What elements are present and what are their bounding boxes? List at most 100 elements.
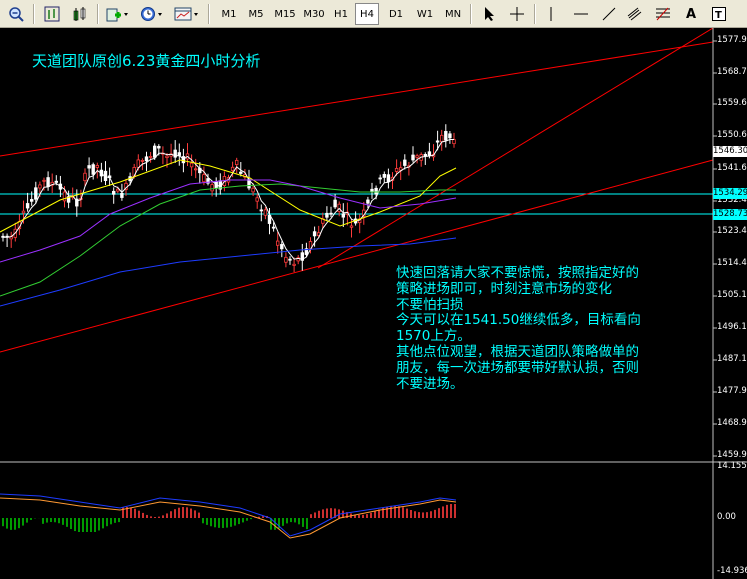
price-axis-label: 1459.90	[717, 450, 747, 460]
current-price-tag: 1546.30	[713, 146, 747, 157]
price-axis-label: 1487.15	[717, 354, 747, 364]
candle-body	[423, 154, 427, 157]
hline-price-tag: 1534.29	[713, 188, 747, 199]
timeframe-m30[interactable]: M30	[300, 3, 328, 25]
label-icon[interactable]: T	[708, 3, 730, 25]
hline-price-tag: 1528.73	[713, 209, 747, 220]
candle-body	[91, 164, 95, 175]
chart-toolbar: M1 M5 M15 M30 H1 H4 D1 W1 MN A T	[0, 0, 747, 28]
candle-body	[38, 184, 42, 189]
channel-icon[interactable]	[624, 3, 646, 25]
candle-body	[415, 155, 419, 158]
candle-body	[83, 172, 87, 182]
candle-body	[21, 210, 26, 214]
candle-body	[152, 145, 157, 158]
price-axis-label: 1577.90	[717, 35, 747, 45]
candle-body	[42, 179, 46, 182]
add-indicator-icon[interactable]	[104, 3, 132, 25]
candle-body	[136, 159, 140, 168]
candle-body	[378, 177, 382, 180]
candle-body	[116, 188, 120, 192]
candle-body	[435, 140, 440, 143]
candle-body	[62, 191, 67, 202]
timeframe-mn[interactable]: MN	[440, 3, 466, 25]
candle-body	[427, 151, 432, 156]
candle-body	[239, 171, 243, 174]
timeframe-m1[interactable]: M1	[217, 3, 241, 25]
candle-body	[288, 258, 292, 261]
candle-body	[177, 152, 181, 156]
candle-body	[189, 162, 194, 168]
candle-body	[386, 174, 391, 183]
candle-body	[329, 212, 333, 215]
note-line: 今天可以在1541.50继续低多，目标看向	[396, 312, 641, 329]
price-axis-label: 1559.65	[717, 98, 747, 108]
candle-body	[349, 225, 354, 228]
candle-body	[157, 146, 161, 149]
candle-body	[95, 165, 99, 168]
indicator-axis-label: 14.1556	[717, 461, 747, 471]
candle-body	[280, 244, 284, 250]
note-line: 策略进场即可，时刻注意市场的变化	[396, 280, 612, 297]
crosshair-icon[interactable]	[506, 3, 528, 25]
candle-body	[54, 180, 58, 183]
text-icon[interactable]: A	[680, 3, 702, 25]
candle-body	[148, 155, 153, 158]
timeframe-m5[interactable]: M5	[244, 3, 268, 25]
timeframe-h1[interactable]: H1	[330, 3, 352, 25]
candle-body	[366, 199, 370, 204]
candle-body	[29, 199, 34, 202]
note-line: 其他点位观望，根据天道团队策略做单的	[396, 343, 639, 360]
note-line: 朋友，每一次进场都要带好默认损，否则	[396, 359, 639, 376]
chart-bars-icon[interactable]	[68, 3, 92, 25]
price-axis-label: 1523.40	[717, 226, 747, 236]
candle-body	[251, 187, 255, 193]
analysis-note: 快速回落请大家不要惊慌，按照指定好的 策略进场即可，时刻注意市场的变化 不要怕扫…	[396, 265, 641, 392]
candle-body	[374, 187, 378, 195]
candle-body	[210, 184, 214, 192]
candle-body	[275, 240, 280, 246]
candle-body	[411, 154, 415, 161]
price-axis-label: 1568.70	[717, 67, 747, 77]
candle-body	[452, 139, 456, 145]
candle-body	[112, 190, 116, 195]
candle-body	[403, 159, 407, 166]
candle-body	[202, 174, 206, 183]
timeframe-m15[interactable]: M15	[271, 3, 299, 25]
candle-body	[444, 130, 448, 141]
timeframe-d1[interactable]: D1	[384, 3, 408, 25]
timeframe-h4[interactable]: H4	[355, 3, 379, 25]
chart-type-icon[interactable]	[40, 3, 64, 25]
candle-body	[312, 231, 317, 237]
candle-body	[394, 168, 399, 172]
candle-body	[165, 155, 169, 158]
zoom-icon[interactable]	[4, 3, 28, 25]
candle-body	[341, 213, 345, 218]
clock-icon[interactable]	[138, 3, 166, 25]
candle-body	[140, 160, 145, 162]
vertical-line-icon[interactable]	[540, 3, 562, 25]
indicator-axis-label: -14.9365	[717, 566, 747, 576]
candle-body	[448, 133, 452, 139]
svg-text:T: T	[715, 10, 722, 21]
candle-body	[34, 187, 38, 200]
timeframe-w1[interactable]: W1	[412, 3, 438, 25]
cursor-icon[interactable]	[478, 3, 500, 25]
trendline-icon[interactable]	[598, 3, 620, 25]
candle-body	[259, 209, 263, 212]
candle-body	[193, 168, 198, 171]
fibonacci-icon[interactable]	[652, 3, 674, 25]
candle-body	[87, 165, 91, 169]
note-line: 1570上方。	[396, 328, 471, 345]
candle-body	[144, 156, 149, 162]
horizontal-line-icon[interactable]	[570, 3, 592, 25]
price-axis-label: 1505.15	[717, 290, 747, 300]
template-icon[interactable]	[172, 3, 202, 25]
price-axis-label: 1550.65	[717, 130, 747, 140]
note-line: 不要进场。	[396, 375, 464, 392]
candle-body	[25, 203, 30, 209]
candle-body	[255, 197, 259, 202]
candle-body	[333, 199, 337, 208]
note-line: 快速回落请大家不要惊慌，按照指定好的	[396, 265, 639, 281]
candle-body	[46, 177, 50, 188]
